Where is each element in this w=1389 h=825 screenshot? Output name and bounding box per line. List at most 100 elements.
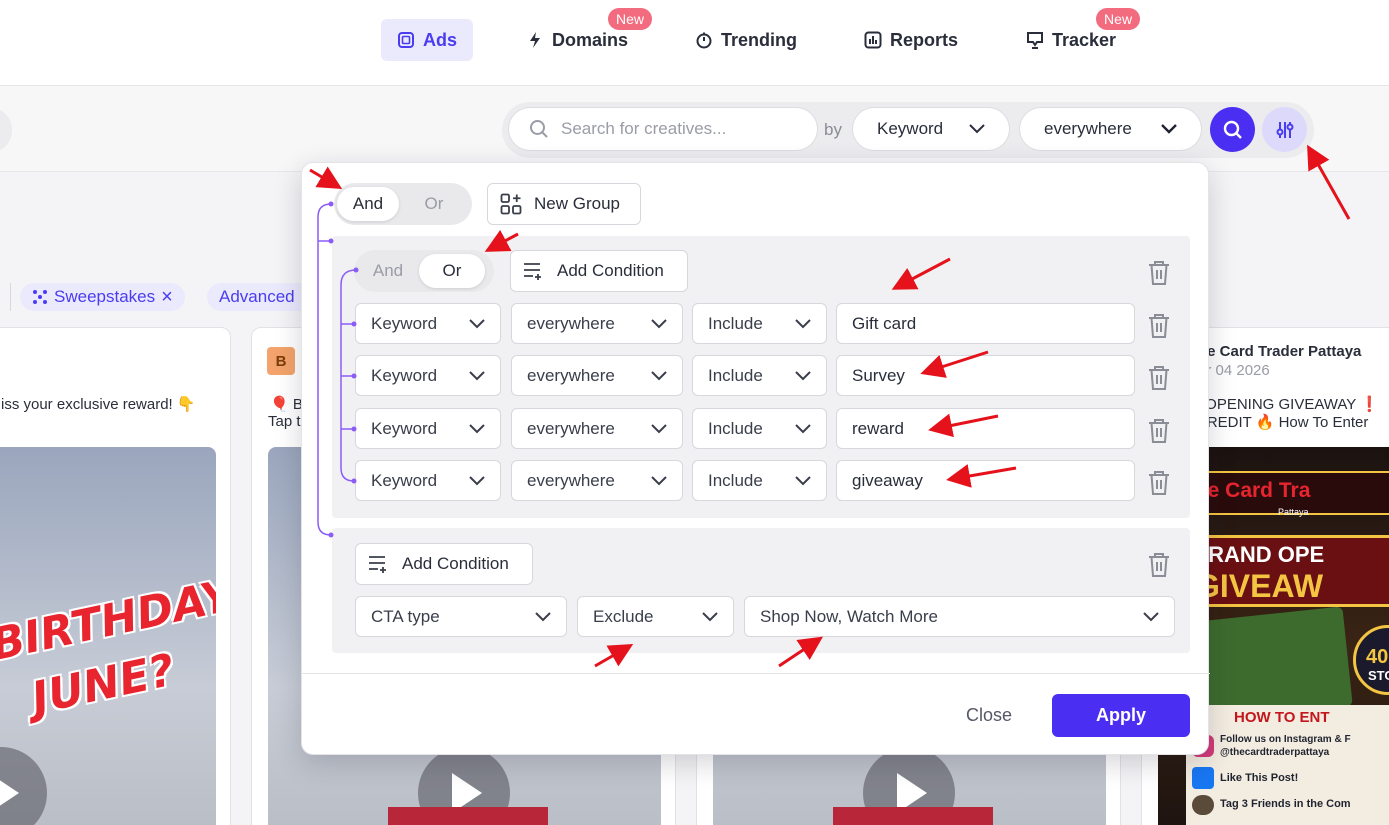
add-list-icon [369, 556, 386, 573]
condition-field-select[interactable]: Keyword [355, 460, 501, 501]
condition-values-select[interactable]: Shop Now, Watch More [744, 596, 1175, 637]
condition-field-select[interactable]: Keyword [355, 303, 501, 344]
chevron-down-icon [795, 423, 811, 433]
condition-field-select[interactable]: CTA type [355, 596, 567, 637]
select-value: Include [708, 470, 763, 490]
trash-icon[interactable] [1147, 365, 1171, 391]
card-text: ) OPENING GIVEAWAY ❗ [1196, 396, 1379, 413]
condition-scope-select[interactable]: everywhere [511, 460, 683, 501]
condition-operator-select[interactable]: Include [692, 408, 827, 449]
trash-icon[interactable] [1147, 552, 1171, 578]
chevron-down-icon [969, 124, 985, 134]
advanced-filter-popover: And Or New Group And Or Add Condition Ke… [301, 162, 1210, 755]
condition-value-input[interactable]: Gift card [836, 303, 1135, 344]
sweepstakes-icon [33, 290, 47, 304]
prize-subtext: STO [1368, 668, 1389, 683]
ad-card[interactable]: iss your exclusive reward! 👇 BIRTHDAY JU… [0, 327, 231, 825]
condition-field-select[interactable]: Keyword [355, 355, 501, 396]
chevron-down-icon [651, 370, 667, 380]
condition-operator-select[interactable]: Include [692, 355, 827, 396]
headline-text: GIVEAW [1195, 568, 1324, 604]
group-or-option[interactable]: Or [419, 254, 485, 288]
nav-label: Domains [552, 29, 629, 50]
search-placeholder: Search for creatives... [561, 119, 727, 138]
advertiser-name: he Card Trader Pattaya [1198, 343, 1362, 360]
select-value: CTA type [371, 606, 440, 626]
add-condition-button[interactable]: Add Condition [355, 543, 533, 585]
select-value: Keyword [371, 365, 438, 385]
new-badge: New [1096, 8, 1141, 30]
nav-label: Tracker [1052, 29, 1117, 50]
select-value: Include [708, 418, 763, 438]
search-scope-value: everywhere [1044, 119, 1132, 138]
trash-icon[interactable] [1147, 260, 1171, 286]
condition-value-input[interactable]: Survey [836, 355, 1135, 396]
condition-scope-select[interactable]: everywhere [511, 303, 683, 344]
chevron-down-icon [702, 611, 718, 621]
chevron-down-icon [651, 475, 667, 485]
add-condition-button[interactable]: Add Condition [510, 250, 688, 292]
condition-operator-select[interactable]: Include [692, 303, 827, 344]
search-button[interactable] [1210, 107, 1255, 152]
condition-value-input[interactable]: reward [836, 408, 1135, 449]
card-text: iss your exclusive reward! 👇 [1, 396, 196, 413]
step-text: Follow us on Instagram & F [1220, 734, 1351, 745]
search-input[interactable]: Search for creatives... [508, 107, 818, 151]
condition-operator-select[interactable]: Exclude [577, 596, 734, 637]
step-text: @thecardtraderpattaya [1220, 747, 1330, 758]
search-field-select[interactable]: Keyword [852, 107, 1010, 151]
chevron-down-icon [535, 611, 551, 621]
trash-icon[interactable] [1147, 313, 1171, 339]
condition-field-select[interactable]: Keyword [355, 408, 501, 449]
search-band: Search for creatives... by Keyword every… [0, 86, 1389, 172]
nav-item-reports[interactable]: Reports [848, 19, 974, 61]
condition-scope-select[interactable]: everywhere [511, 408, 683, 449]
step-text: Like This Post! [1220, 772, 1299, 784]
search-icon [530, 120, 548, 138]
card-media[interactable]: BIRTHDAY JUNE? [0, 447, 216, 825]
bolt-icon [530, 32, 540, 48]
nav-item-domains[interactable]: Domains New [510, 8, 653, 61]
chevron-down-icon [1143, 611, 1159, 621]
condition-value-input[interactable]: giveaway [836, 460, 1135, 501]
how-to-title: HOW TO ENT [1234, 709, 1330, 726]
root-logic-toggle: And Or [334, 183, 472, 225]
trash-icon[interactable] [1147, 418, 1171, 444]
chevron-down-icon [651, 318, 667, 328]
media-text: BIRTHDAY [0, 569, 216, 672]
condition-scope-select[interactable]: everywhere [511, 355, 683, 396]
select-value: everywhere [527, 365, 615, 385]
root-and-option[interactable]: And [337, 187, 399, 221]
search-scope-select[interactable]: everywhere [1019, 107, 1202, 151]
advanced-filter-button[interactable] [1262, 107, 1307, 152]
card-text: CREDIT 🔥 How To Enter [1196, 414, 1369, 431]
chevron-down-icon [469, 475, 485, 485]
close-icon[interactable]: × [161, 286, 173, 309]
group-and-option[interactable]: And [357, 254, 419, 288]
close-button[interactable]: Close [966, 705, 1012, 726]
filter-chip-sweepstakes[interactable]: Sweepstakes × [20, 283, 185, 311]
play-icon[interactable] [0, 747, 47, 825]
chevron-down-icon [795, 475, 811, 485]
facebook-icon [1192, 767, 1214, 789]
root-or-option[interactable]: Or [399, 187, 469, 221]
stadium-image [388, 807, 548, 825]
apply-button[interactable]: Apply [1052, 694, 1190, 737]
condition-operator-select[interactable]: Include [692, 460, 827, 501]
chevron-down-icon [795, 318, 811, 328]
select-value: Include [708, 313, 763, 333]
new-group-button[interactable]: New Group [487, 183, 641, 225]
add-condition-label: Add Condition [402, 554, 509, 573]
chevron-down-icon [469, 318, 485, 328]
nav-item-tracker[interactable]: Tracker New [1010, 8, 1141, 61]
trash-icon[interactable] [1147, 470, 1171, 496]
nav-item-ads[interactable]: Ads [381, 19, 474, 61]
left-control[interactable] [0, 108, 12, 152]
card-text: Tap t [268, 413, 301, 430]
sliders-icon [1276, 121, 1293, 138]
nav-item-trending[interactable]: Trending [679, 19, 813, 61]
search-icon [1223, 120, 1242, 139]
chip-label: Advanced [219, 287, 295, 306]
headline-text: GRAND OPE [1191, 542, 1325, 567]
chip-label: Sweepstakes [54, 287, 156, 306]
